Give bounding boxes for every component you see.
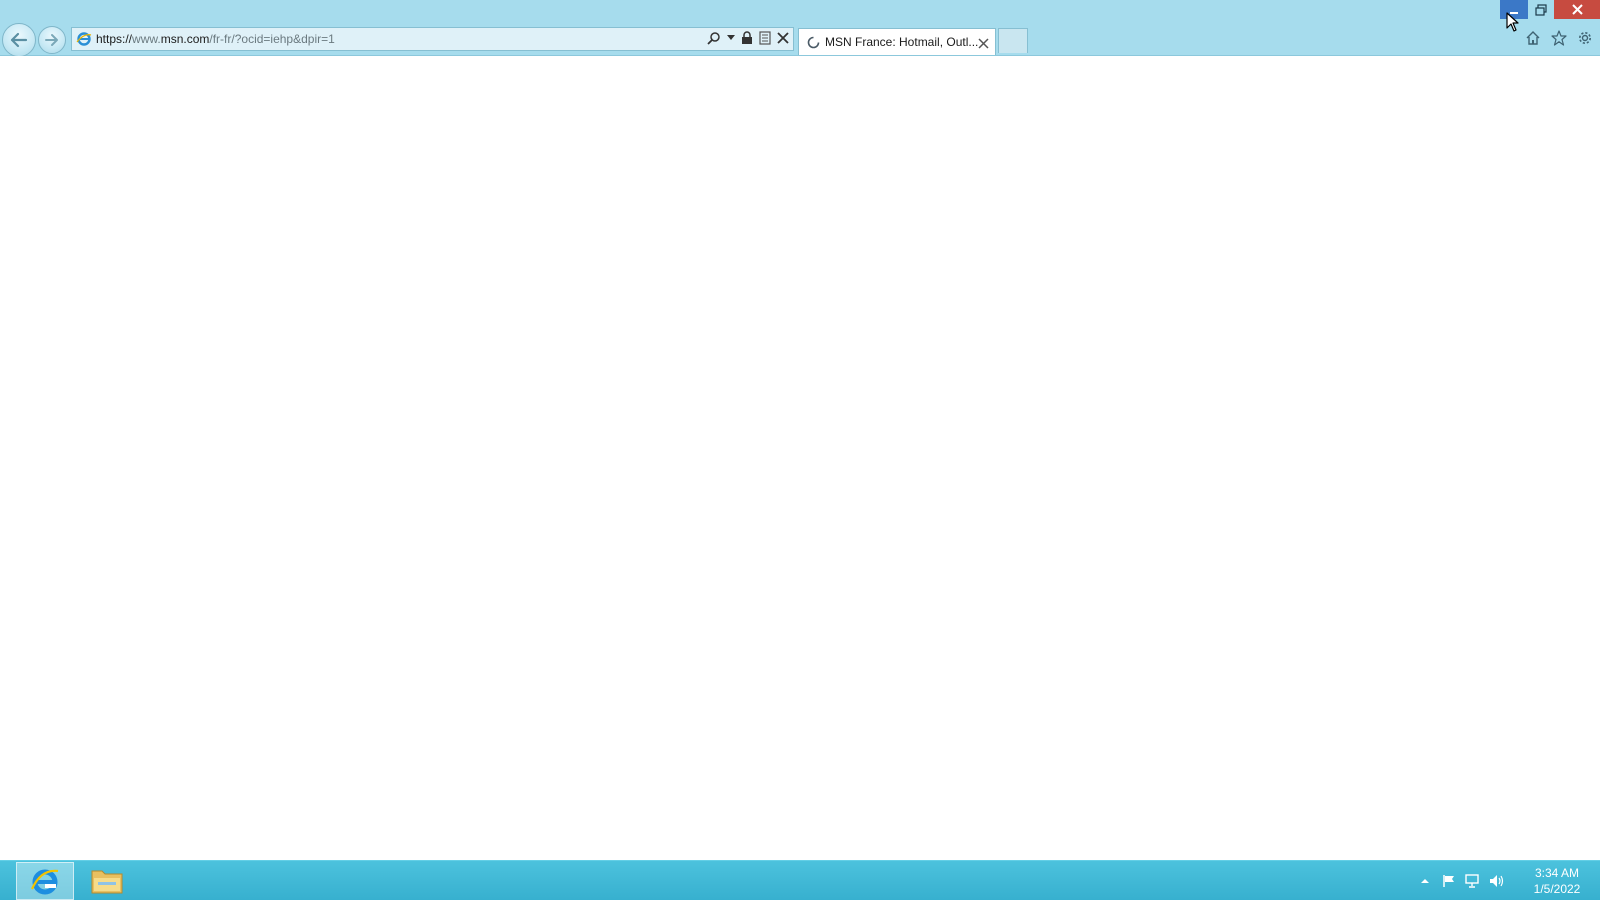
loading-spinner-icon — [807, 36, 820, 54]
back-button[interactable] — [2, 23, 36, 57]
clock-time: 3:34 AM — [1534, 866, 1580, 880]
tab-title: MSN France: Hotmail, Outl... — [825, 35, 979, 49]
url-text[interactable]: https://www.msn.com/fr-fr/?ocid=iehp&dpi… — [96, 32, 335, 46]
browser-chrome: https://www.msn.com/fr-fr/?ocid=iehp&dpi… — [0, 0, 1600, 57]
taskbar: 3:34 AM 1/5/2022 — [0, 860, 1600, 900]
home-icon[interactable] — [1524, 29, 1542, 47]
forward-arrow-icon — [45, 34, 58, 46]
page-content-area[interactable] — [0, 56, 1600, 860]
search-icon[interactable] — [707, 31, 721, 45]
tab-msn-france[interactable]: MSN France: Hotmail, Outl... — [798, 28, 996, 55]
close-tab-icon[interactable] — [978, 36, 989, 54]
command-icons — [1524, 29, 1594, 47]
close-icon — [1571, 4, 1583, 15]
clock-date: 1/5/2022 — [1533, 882, 1581, 896]
new-tab-button[interactable] — [998, 28, 1028, 53]
file-explorer-folder-icon — [91, 870, 123, 894]
ie-window: https://www.msn.com/fr-fr/?ocid=iehp&dpi… — [0, 0, 1600, 900]
show-hidden-icons-arrow-icon[interactable] — [1414, 870, 1436, 892]
volume-icon[interactable] — [1486, 870, 1508, 892]
restore-button[interactable] — [1528, 0, 1554, 19]
stop-icon[interactable] — [777, 32, 789, 44]
internet-explorer-icon — [30, 869, 59, 895]
restore-icon — [1535, 3, 1547, 16]
ie-page-icon — [76, 31, 92, 52]
mouse-cursor — [1506, 12, 1520, 37]
favorites-star-icon[interactable] — [1550, 29, 1568, 47]
system-tray: 3:34 AM 1/5/2022 — [1414, 861, 1600, 901]
network-icon[interactable] — [1462, 870, 1484, 892]
address-bar[interactable]: https://www.msn.com/fr-fr/?ocid=iehp&dpi… — [71, 27, 794, 51]
action-center-flag-icon[interactable] — [1438, 870, 1460, 892]
forward-button[interactable] — [38, 26, 66, 54]
address-tools — [707, 31, 789, 45]
close-button[interactable] — [1554, 0, 1600, 19]
taskbar-clock[interactable]: 3:34 AM 1/5/2022 — [1522, 865, 1592, 897]
taskbar-internet-explorer[interactable] — [16, 862, 74, 900]
dropdown-icon[interactable] — [727, 35, 735, 41]
compat-view-icon[interactable] — [759, 31, 771, 45]
lock-icon[interactable] — [741, 31, 753, 45]
taskbar-file-explorer[interactable] — [78, 862, 136, 900]
settings-gear-icon[interactable] — [1576, 29, 1594, 47]
back-arrow-icon — [10, 32, 28, 48]
